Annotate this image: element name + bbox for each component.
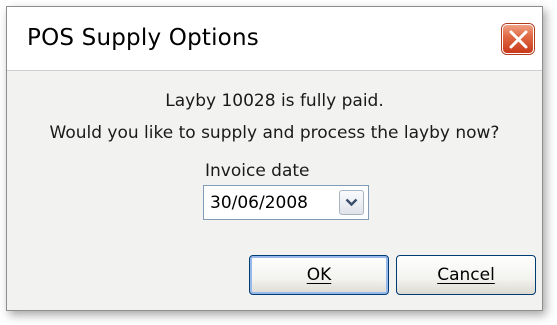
date-dropdown-button[interactable] [339, 190, 364, 215]
ok-button[interactable]: OK [249, 255, 389, 295]
invoice-date-value[interactable]: 30/06/2008 [210, 193, 308, 213]
window-title: POS Supply Options [27, 25, 259, 51]
title-bar[interactable]: POS Supply Options [7, 7, 542, 71]
close-button[interactable] [502, 24, 534, 54]
message-line-2: Would you like to supply and process the… [49, 123, 500, 143]
ok-button-label: OK [306, 265, 332, 285]
invoice-date-label: Invoice date [205, 161, 310, 181]
cancel-button[interactable]: Cancel [396, 255, 536, 295]
close-icon [509, 30, 528, 49]
cancel-button-label: Cancel [437, 265, 495, 285]
message-line-1: Layby 10028 is fully paid. [165, 91, 384, 111]
invoice-date-field[interactable]: 30/06/2008 [203, 185, 369, 220]
chevron-down-icon [345, 198, 358, 207]
dialog-window: POS Supply Options Layby 10028 is fully … [6, 6, 543, 311]
